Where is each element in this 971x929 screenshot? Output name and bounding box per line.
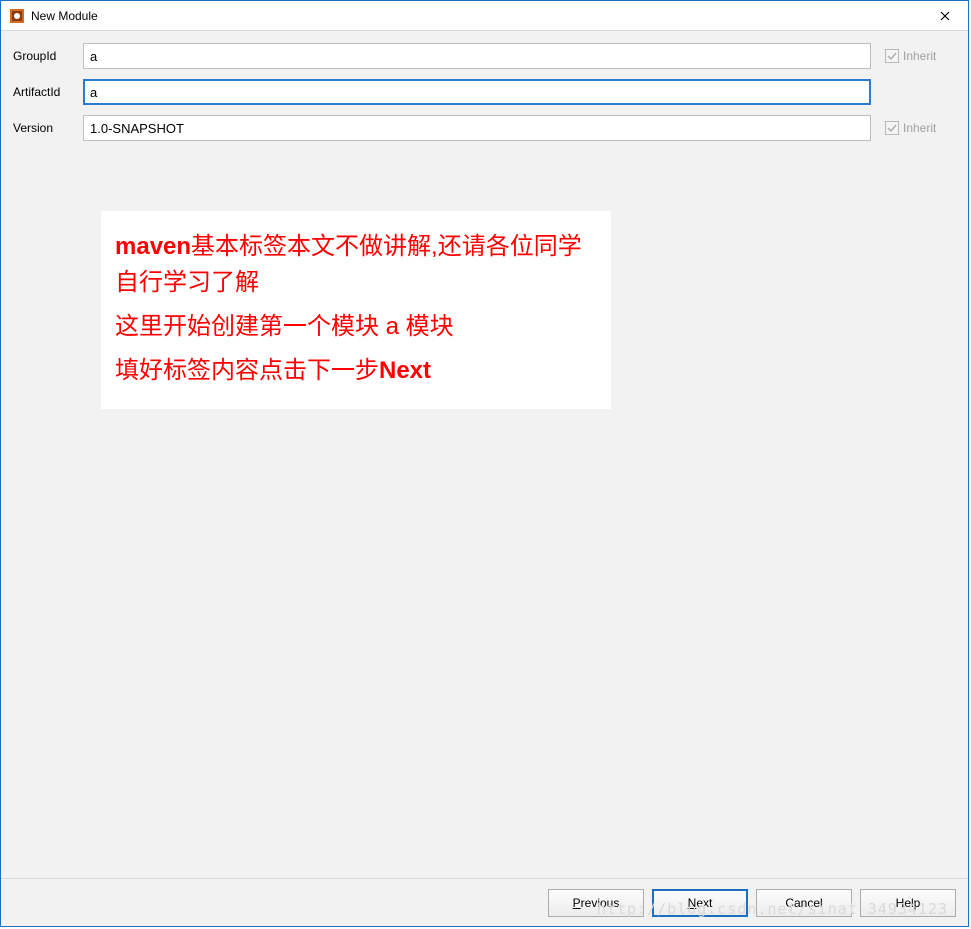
groupid-label: GroupId	[13, 49, 83, 63]
artifactid-row: ArtifactId	[13, 79, 956, 105]
groupid-inherit-label: Inherit	[903, 49, 936, 63]
groupid-inherit: Inherit	[871, 49, 956, 63]
version-input[interactable]	[83, 115, 871, 141]
new-module-dialog: New Module GroupId Inherit ArtifactId Ve…	[0, 0, 969, 927]
check-icon	[887, 123, 897, 133]
version-inherit: Inherit	[871, 121, 956, 135]
artifactid-input[interactable]	[83, 79, 871, 105]
groupid-row: GroupId Inherit	[13, 43, 956, 69]
help-button[interactable]: Help	[860, 889, 956, 917]
version-row: Version Inherit	[13, 115, 956, 141]
next-button[interactable]: Next	[652, 889, 748, 917]
version-inherit-checkbox	[885, 121, 899, 135]
close-icon	[940, 11, 950, 21]
button-bar: Previous Next Cancel Help http://blog.cs…	[1, 878, 968, 926]
annotation-line-2: 这里开始创建第一个模块 a 模块	[115, 309, 597, 345]
version-inherit-label: Inherit	[903, 121, 936, 135]
cancel-button[interactable]: Cancel	[756, 889, 852, 917]
annotation-line-3: 填好标签内容点击下一步Next	[115, 353, 597, 389]
annotation-text-3: 填好标签内容点击下一步	[115, 357, 379, 384]
annotation-bold-3: Next	[379, 357, 431, 384]
artifactid-label: ArtifactId	[13, 85, 83, 99]
groupid-inherit-checkbox	[885, 49, 899, 63]
check-icon	[887, 51, 897, 61]
close-button[interactable]	[922, 1, 968, 31]
version-label: Version	[13, 121, 83, 135]
annotation-overlay: maven基本标签本文不做讲解,还请各位同学自行学习了解 这里开始创建第一个模块…	[101, 211, 611, 409]
previous-button[interactable]: Previous	[548, 889, 644, 917]
window-title: New Module	[31, 9, 922, 23]
app-icon	[9, 8, 25, 24]
annotation-line-1: maven基本标签本文不做讲解,还请各位同学自行学习了解	[115, 229, 597, 301]
groupid-input[interactable]	[83, 43, 871, 69]
titlebar: New Module	[1, 1, 968, 31]
content-area: GroupId Inherit ArtifactId Version Inher…	[1, 31, 968, 878]
annotation-bold-1: maven	[115, 233, 191, 260]
